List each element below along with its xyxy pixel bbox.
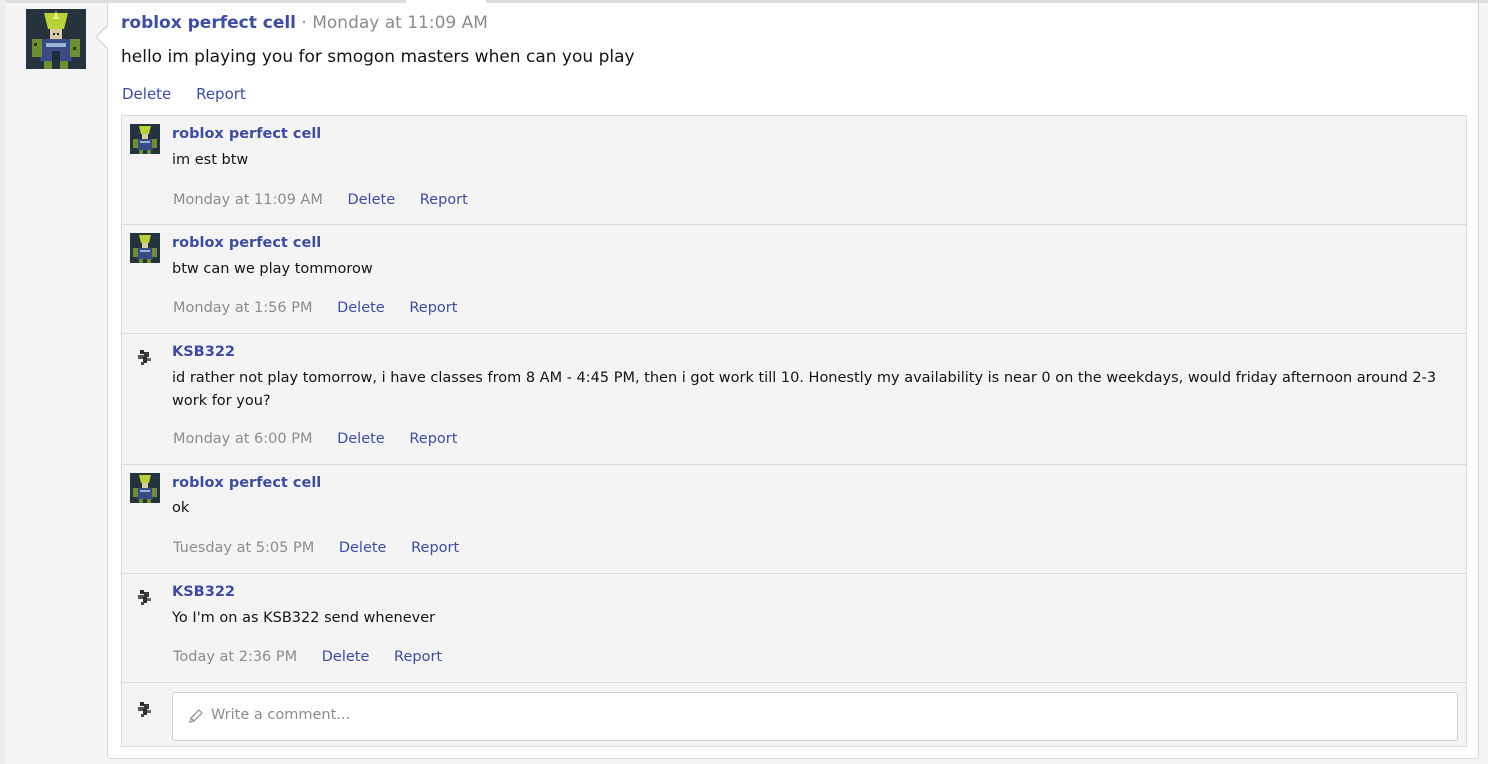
comment-author[interactable]: KSB322: [172, 344, 235, 360]
perfect-cell-avatar-icon[interactable]: [130, 124, 160, 154]
post-body: hello im playing you for smogon masters …: [121, 47, 635, 67]
comment-text: id rather not play tomorrow, i have clas…: [172, 370, 1437, 409]
comment-author[interactable]: roblox perfect cell: [172, 126, 321, 142]
perfect-cell-avatar-icon[interactable]: [130, 233, 160, 263]
pixel-sprite-avatar-icon: [136, 700, 154, 718]
post-author[interactable]: roblox perfect cell: [121, 13, 296, 33]
pixel-sprite-avatar-icon[interactable]: [136, 588, 154, 606]
comment-author[interactable]: roblox perfect cell: [172, 475, 321, 491]
comment-delete-link[interactable]: Delete: [347, 192, 395, 208]
comment-text: im est btw: [172, 152, 249, 168]
comment-time[interactable]: Today at 2:36 PM: [173, 649, 297, 665]
comment-item: roblox perfect cell im est btw Monday at…: [122, 116, 1466, 225]
comment-time[interactable]: Tuesday at 5:05 PM: [173, 540, 314, 556]
comment-time[interactable]: Monday at 11:09 AM: [173, 192, 323, 208]
comment-delete-link[interactable]: Delete: [337, 300, 385, 316]
pencil-icon: [187, 707, 205, 725]
comment-author[interactable]: roblox perfect cell: [172, 235, 321, 251]
post-separator: ·: [301, 13, 307, 33]
bubble-arrow: [97, 26, 108, 48]
left-edge: [0, 0, 6, 764]
perfect-cell-avatar-icon[interactable]: [130, 473, 160, 503]
comment-meta: Monday at 1:56 PM Delete Report: [173, 300, 477, 316]
comment-report-link[interactable]: Report: [394, 649, 442, 665]
comment-item: KSB322 id rather not play tomorrow, i ha…: [122, 334, 1466, 465]
comment-time[interactable]: Monday at 6:00 PM: [173, 431, 312, 447]
profile-post: roblox perfect cell · Monday at 11:09 AM…: [107, 3, 1479, 759]
perfect-cell-avatar-icon[interactable]: [26, 9, 86, 69]
comment-input[interactable]: Write a comment...: [172, 692, 1458, 741]
comment-time[interactable]: Monday at 1:56 PM: [173, 300, 312, 316]
comment-delete-link[interactable]: Delete: [339, 540, 387, 556]
comment-report-link[interactable]: Report: [409, 431, 457, 447]
post-delete-link[interactable]: Delete: [122, 85, 171, 103]
post-report-link[interactable]: Report: [196, 85, 246, 103]
comment-delete-link[interactable]: Delete: [337, 431, 385, 447]
comment-meta: Today at 2:36 PM Delete Report: [173, 649, 462, 665]
comment-item: KSB322 Yo I'm on as KSB322 send whenever…: [122, 574, 1466, 683]
comment-text: Yo I'm on as KSB322 send whenever: [172, 610, 436, 626]
comment-item: roblox perfect cell ok Tuesday at 5:05 P…: [122, 465, 1466, 574]
comment-input-placeholder: Write a comment...: [211, 707, 351, 723]
comment-author[interactable]: KSB322: [172, 584, 235, 600]
comment-report-link[interactable]: Report: [409, 300, 457, 316]
comment-item: roblox perfect cell btw can we play tomm…: [122, 225, 1466, 334]
comment-text: btw can we play tommorow: [172, 261, 373, 277]
comment-report-link[interactable]: Report: [420, 192, 468, 208]
post-header: roblox perfect cell · Monday at 11:09 AM: [121, 13, 488, 33]
post-actions: Delete Report: [122, 85, 266, 103]
pixel-sprite-avatar-icon[interactable]: [136, 348, 154, 366]
comment-meta: Monday at 11:09 AM Delete Report: [173, 192, 488, 208]
comment-meta: Tuesday at 5:05 PM Delete Report: [173, 540, 479, 556]
comment-report-link[interactable]: Report: [411, 540, 459, 556]
reply-row: Write a comment...: [122, 684, 1466, 746]
comment-meta: Monday at 6:00 PM Delete Report: [173, 431, 477, 447]
post-time[interactable]: Monday at 11:09 AM: [312, 13, 488, 33]
comment-delete-link[interactable]: Delete: [322, 649, 370, 665]
comment-text: ok: [172, 500, 190, 516]
comments-list: roblox perfect cell im est btw Monday at…: [121, 115, 1467, 747]
